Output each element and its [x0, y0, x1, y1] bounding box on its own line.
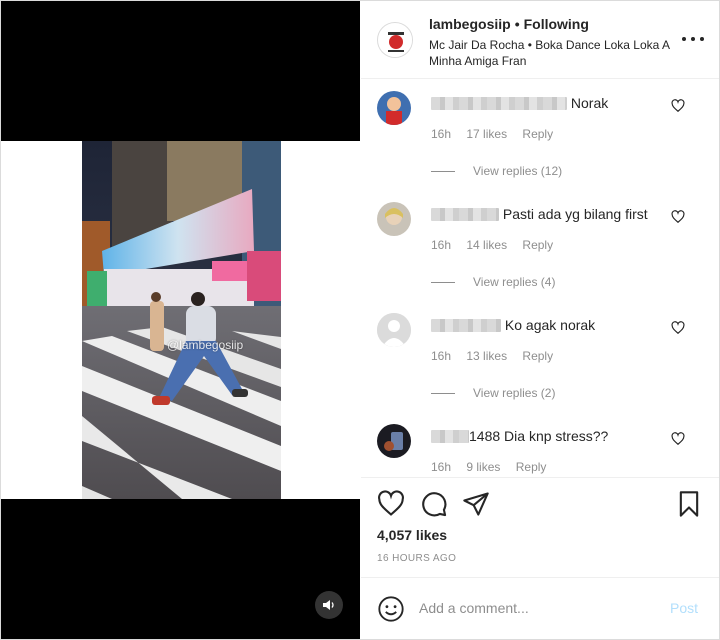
view-replies-button[interactable]: View replies (12) [431, 164, 562, 178]
view-replies-label: View replies (12) [473, 164, 563, 178]
redacted-username [431, 208, 499, 221]
more-options-icon[interactable] [682, 31, 704, 47]
header-separator: • [514, 16, 520, 32]
comment-likes[interactable]: 17 likes [466, 127, 507, 141]
avatar[interactable] [377, 91, 411, 125]
comment-meta: 16h 14 likes Reply [431, 238, 565, 252]
post-header: lambegosiip • Following Mc Jair Da Rocha •… [361, 1, 719, 79]
post-side-panel: lambegosiip • Following Mc Jair Da Rocha •… [361, 1, 719, 639]
account-logo [379, 24, 412, 57]
avatar[interactable] [377, 424, 411, 458]
comment-likes[interactable]: 14 likes [466, 238, 507, 252]
view-replies-button[interactable]: View replies (2) [431, 386, 555, 400]
comment-text-row: 1488 Dia knp stress?? [431, 428, 608, 444]
redacted-username [431, 430, 469, 443]
view-replies-button[interactable]: View replies (4) [431, 275, 555, 289]
reply-button[interactable]: Reply [522, 127, 553, 141]
view-replies-label: View replies (4) [473, 275, 556, 289]
comment-text-row: Ko agak norak [431, 317, 595, 333]
save-bookmark-icon[interactable] [675, 490, 703, 518]
post-timestamp: 16 HOURS AGO [377, 553, 457, 564]
comment-text: Ko agak norak [504, 317, 596, 333]
comment-time: 16h [431, 238, 452, 252]
header-username[interactable]: lambegosiip [429, 16, 511, 32]
comment-time: 16h [431, 349, 452, 363]
video-frame [82, 141, 281, 499]
following-button[interactable]: Following [524, 16, 589, 32]
avatar[interactable] [377, 313, 411, 347]
speaker-icon [323, 600, 334, 610]
comment-text-row: Pasti ada yg bilang first [431, 206, 648, 222]
mute-button[interactable] [315, 591, 343, 619]
comment-time: 16h [431, 127, 452, 141]
like-comment-heart-icon[interactable] [671, 99, 687, 115]
post-comment-button[interactable]: Post [670, 600, 698, 616]
redacted-username [431, 97, 567, 110]
comments-list: Norak 16h 17 likes Reply View replies (1… [361, 80, 719, 477]
comment-time: 16h [431, 460, 452, 474]
reply-button[interactable]: Reply [516, 460, 547, 474]
redacted-username [431, 319, 501, 332]
add-comment-bar: Post [361, 577, 719, 639]
comment-text: Dia knp stress?? [504, 428, 609, 444]
comment-text: Norak [570, 95, 609, 111]
video-watermark: @lambegosiip [167, 338, 244, 352]
comment-username-suffix[interactable]: 1488 [469, 428, 500, 444]
like-heart-icon[interactable] [377, 490, 405, 518]
avatar[interactable] [377, 202, 411, 236]
replies-divider [431, 392, 455, 394]
comment-bubble-icon[interactable] [420, 490, 448, 518]
view-replies-label: View replies (2) [473, 386, 556, 400]
emoji-smiley-icon[interactable] [377, 595, 405, 623]
like-comment-heart-icon[interactable] [671, 321, 687, 337]
likes-count[interactable]: 4,057 likes [377, 527, 447, 543]
comment-meta: 16h 17 likes Reply [431, 127, 565, 141]
comment-text: Pasti ada yg bilang first [502, 206, 648, 222]
comment-likes[interactable]: 9 likes [466, 460, 500, 474]
reply-button[interactable]: Reply [522, 349, 553, 363]
comment-likes[interactable]: 13 likes [466, 349, 507, 363]
avatar[interactable] [377, 22, 413, 58]
comment-meta: 16h 9 likes Reply [431, 460, 558, 474]
post-actions: 4,057 likes 16 HOURS AGO [361, 477, 719, 577]
reply-button[interactable]: Reply [522, 238, 553, 252]
comment-meta: 16h 13 likes Reply [431, 349, 565, 363]
header-title-row: lambegosiip • Following [429, 16, 589, 32]
replies-divider [431, 281, 455, 283]
replies-divider [431, 170, 455, 172]
video-player[interactable]: @lambegosiip [82, 141, 281, 499]
music-info[interactable]: Mc Jair Da Rocha • Boka Dance Loka Loka … [429, 37, 681, 69]
like-comment-heart-icon[interactable] [671, 210, 687, 226]
media-panel: @lambegosiip [1, 1, 360, 639]
comment-text-row: Norak [431, 95, 608, 111]
like-comment-heart-icon[interactable] [671, 432, 687, 448]
share-paper-plane-icon[interactable] [462, 490, 490, 518]
comment-input[interactable] [419, 596, 659, 620]
